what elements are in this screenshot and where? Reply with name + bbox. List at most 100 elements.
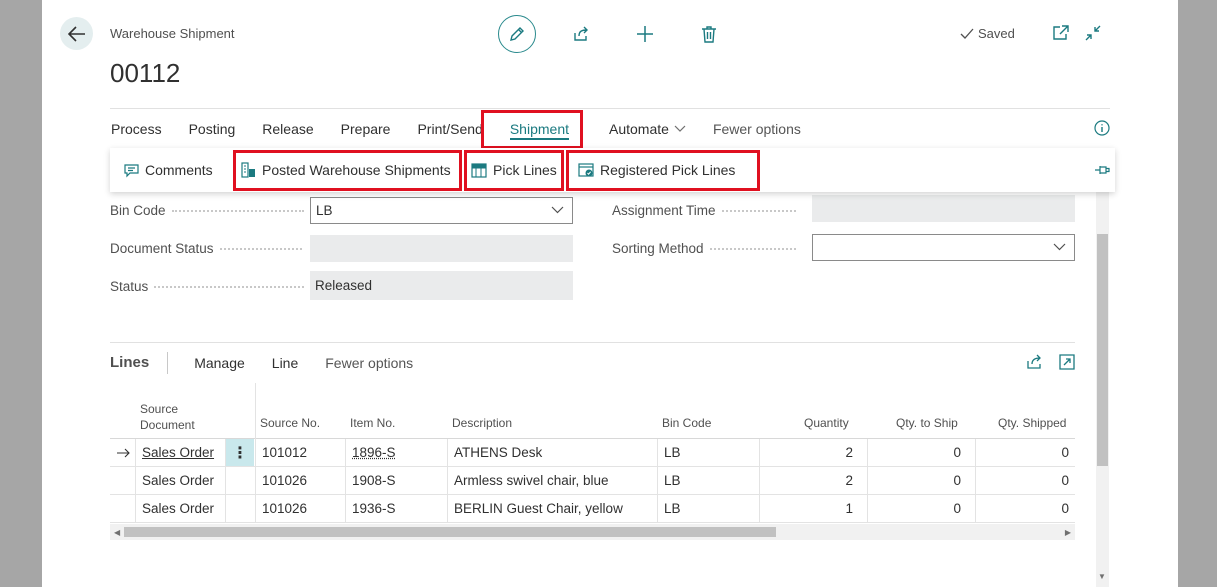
arrow-left-icon (67, 25, 85, 42)
lines-manage[interactable]: Manage (194, 355, 245, 371)
action-posting[interactable]: Posting (189, 121, 236, 137)
cell-qty-to-ship[interactable]: 0 (867, 495, 975, 522)
action-process[interactable]: Process (111, 121, 162, 137)
window-controls (1052, 24, 1102, 47)
col-qty-shipped[interactable]: Qty. Shipped (998, 415, 1066, 431)
open-new-window-button[interactable] (1052, 24, 1070, 47)
cell-quantity[interactable]: 1 (759, 495, 867, 522)
row-menu-button[interactable]: ⋮ (225, 439, 254, 466)
page-caption: Warehouse Shipment (110, 26, 235, 41)
vertical-scroll-thumb[interactable] (1097, 234, 1108, 466)
lines-fewer-options[interactable]: Fewer options (325, 355, 413, 371)
cell-qty-to-ship[interactable]: 0 (867, 467, 975, 494)
col-bin-code[interactable]: Bin Code (662, 415, 711, 431)
table-row[interactable]: Sales Order ⋮ 101012 1896-S ATHENS Desk … (110, 439, 1075, 467)
action-prepare[interactable]: Prepare (341, 121, 391, 137)
bin-code-value: LB (316, 203, 333, 218)
cell-quantity[interactable]: 2 (759, 439, 867, 466)
bin-code-label: Bin Code (110, 203, 304, 218)
status-label-text: Status (110, 279, 149, 294)
col-qty-to-ship[interactable]: Qty. to Ship (896, 415, 958, 431)
edit-button[interactable] (498, 15, 536, 53)
cell-source-document[interactable]: Sales Order (135, 467, 225, 494)
scroll-down-icon[interactable]: ▼ (1098, 572, 1106, 581)
new-button[interactable] (626, 15, 664, 53)
document-status-field (310, 235, 573, 262)
share-button[interactable] (562, 15, 600, 53)
cell-description[interactable]: ATHENS Desk (447, 439, 657, 466)
chevron-down-icon (1053, 243, 1066, 251)
cell-qty-shipped[interactable]: 0 (975, 467, 1075, 494)
action-print-send[interactable]: Print/Send (417, 121, 482, 137)
pin-button[interactable] (1094, 163, 1110, 182)
action-release[interactable]: Release (262, 121, 313, 137)
action-automate-label: Automate (609, 120, 669, 137)
cell-description[interactable]: BERLIN Guest Chair, yellow (447, 495, 657, 522)
scroll-right-icon[interactable]: ▶ (1065, 528, 1071, 537)
col-source-document[interactable]: Source Document (140, 401, 195, 433)
collapse-button[interactable] (1084, 24, 1102, 47)
pencil-icon (510, 27, 524, 41)
info-button[interactable] (1094, 120, 1110, 141)
assignment-time-label: Assignment Time (612, 203, 796, 218)
sorting-method-field[interactable] (812, 234, 1075, 261)
cell-source-no[interactable]: 101026 (255, 467, 345, 494)
cell-qty-shipped[interactable]: 0 (975, 495, 1075, 522)
saved-status: Saved (960, 26, 1015, 41)
comment-icon (124, 163, 139, 177)
action-automate[interactable]: Automate (609, 121, 686, 137)
table-row[interactable]: Sales Order 101026 1908-S Armless swivel… (110, 467, 1075, 495)
scroll-left-icon[interactable]: ◀ (114, 528, 120, 537)
comments-button[interactable]: Comments (124, 148, 213, 192)
action-fewer-options[interactable]: Fewer options (713, 121, 801, 137)
info-icon (1094, 120, 1110, 136)
share-icon (1027, 354, 1041, 369)
expand-icon (1059, 354, 1075, 370)
bin-code-field[interactable]: LB (310, 197, 573, 224)
highlight-posted-shipments (233, 150, 462, 191)
cell-qty-to-ship[interactable]: 0 (867, 439, 975, 466)
plus-icon (637, 26, 653, 42)
document-status-label: Document Status (110, 241, 302, 256)
row-indicator-arrow-icon (116, 439, 134, 466)
cell-bin-code[interactable]: LB (657, 467, 759, 494)
comments-label: Comments (145, 162, 213, 178)
cell-source-no[interactable]: 101026 (255, 495, 345, 522)
document-status-label-text: Document Status (110, 241, 214, 256)
page-title: 00112 (110, 58, 181, 88)
col-source-no[interactable]: Source No. (260, 415, 320, 431)
trash-icon (702, 26, 716, 43)
cell-source-document[interactable]: Sales Order (135, 439, 225, 466)
page-toolbar (498, 15, 728, 53)
cell-source-no[interactable]: 101012 (255, 439, 345, 466)
cell-description[interactable]: Armless swivel chair, blue (447, 467, 657, 494)
horizontal-scroll-thumb[interactable] (124, 527, 776, 537)
backdrop-right (1178, 0, 1217, 587)
status-label: Status (110, 279, 305, 294)
chevron-down-icon (674, 125, 686, 132)
cell-bin-code[interactable]: LB (657, 439, 759, 466)
lines-line[interactable]: Line (272, 355, 298, 371)
lines-expand-button[interactable] (1059, 354, 1075, 375)
cell-bin-code[interactable]: LB (657, 495, 759, 522)
lines-share-button[interactable] (1026, 354, 1043, 375)
col-description[interactable]: Description (452, 415, 512, 431)
delete-button[interactable] (690, 15, 728, 53)
col-quantity[interactable]: Quantity (804, 415, 849, 431)
sorting-method-label: Sorting Method (612, 241, 796, 256)
backdrop-left (0, 0, 42, 587)
cell-quantity[interactable]: 2 (759, 467, 867, 494)
horizontal-scrollbar[interactable]: ◀ ▶ (110, 524, 1075, 540)
cell-item-no[interactable]: 1936-S (345, 495, 447, 522)
table-row[interactable]: Sales Order 101026 1936-S BERLIN Guest C… (110, 495, 1075, 523)
cell-qty-shipped[interactable]: 0 (975, 439, 1075, 466)
sorting-method-label-text: Sorting Method (612, 241, 704, 256)
back-button[interactable] (60, 17, 93, 50)
cell-source-document[interactable]: Sales Order (135, 495, 225, 522)
pin-icon (1095, 166, 1110, 174)
cell-item-no[interactable]: 1908-S (345, 467, 447, 494)
vertical-scrollbar[interactable]: ▼ (1096, 192, 1109, 587)
cell-item-no[interactable]: 1896-S (345, 439, 447, 466)
highlight-shipment (481, 110, 583, 149)
col-item-no[interactable]: Item No. (350, 415, 395, 431)
